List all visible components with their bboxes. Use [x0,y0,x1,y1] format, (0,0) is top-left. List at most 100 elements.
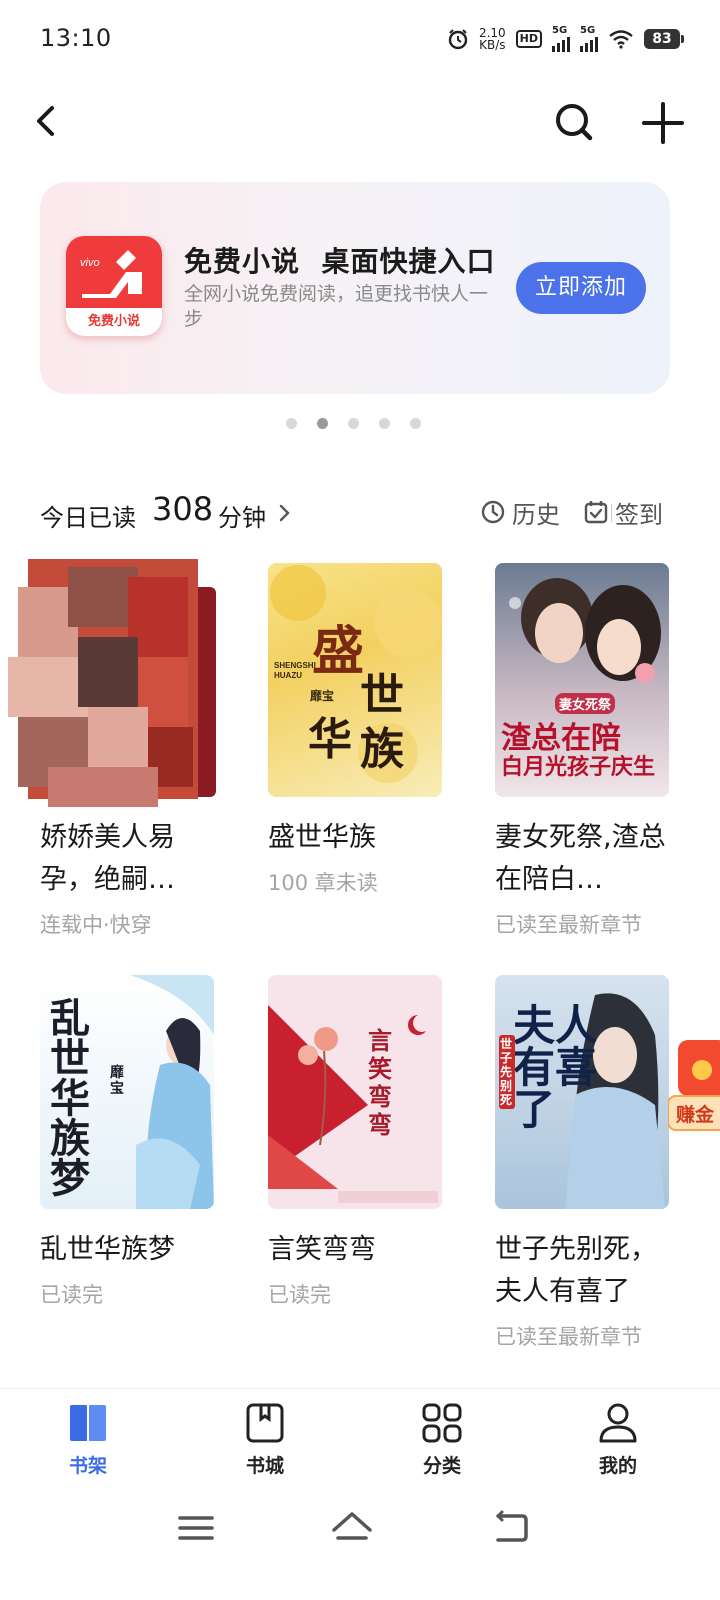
signal-sim1-icon: 5G [552,25,570,52]
cover-title-char: 华 [308,714,352,765]
system-navigation-bar [0,1490,720,1600]
chevron-right-icon[interactable] [276,500,294,526]
net-speed-unit: KB/s [479,38,506,52]
carousel-dot[interactable] [348,418,359,429]
plus-icon [642,102,684,144]
book-title[interactable]: 妻女死祭,渣总在陪白… [495,817,671,901]
bottom-tab-bar: 书架 书城 分类 我的 [0,1388,720,1488]
carousel-dots [286,418,421,429]
wifi-icon [608,29,634,49]
cover-top-text: 妻女死祭 [555,693,616,714]
cover-author: 靡宝 [310,689,335,703]
tab-label: 书架 [68,1455,107,1477]
cover-title-vertical: 夫人有喜了 [513,1001,598,1134]
alarm-icon [447,28,469,50]
book-card[interactable]: 夫人有喜了 世子先别死 世子先别死，夫人有喜了 已读至最新章节 [495,975,671,1351]
tab-label: 书城 [245,1455,284,1477]
battery-indicator: 83 [644,29,684,49]
book-cover[interactable]: 盛 世 华 族 SHENGSHI HUAZU 靡宝 [268,563,442,797]
search-button[interactable] [550,98,600,148]
status-icons: 2.10 KB/s HD 5G 5G 83 [447,24,684,54]
back-arrow-icon [37,106,54,136]
system-home-button[interactable] [324,1508,380,1548]
bookstore-icon [246,1403,284,1443]
bookshelf-icon [70,1405,106,1441]
book-card[interactable]: 娇娇美人易孕，绝嗣… 连载中·快穿 [8,559,216,939]
clock-icon [481,500,505,524]
banner-title: 免费小说 桌面快捷入口 [184,245,496,278]
cover-author: 靡宝 [110,1065,124,1097]
book-status: 100 章未读 [268,871,378,895]
tab-profile[interactable]: 我的 [568,1401,668,1478]
tab-label: 分类 [422,1455,461,1477]
read-minutes-value[interactable]: 308 [152,490,213,528]
network-speed: 2.10 KB/s [479,27,506,51]
book-card[interactable]: 盛 世 华 族 SHENGSHI HUAZU 靡宝 盛世华族 100 章未读 [268,563,444,897]
add-button[interactable] [638,98,688,148]
status-time: 13:10 [40,24,112,52]
app-logo: vivo 免费小说 [66,236,162,336]
signal-sim2-icon: 5G [580,24,598,52]
system-back-button[interactable] [482,1508,538,1548]
book-status: 已读至最新章节 [495,1325,642,1349]
carousel-dot[interactable] [379,418,390,429]
read-minutes-unit: 分钟 [218,504,266,532]
book-title[interactable]: 世子先别死，夫人有喜了 [495,1229,671,1313]
banner-description: 全网小说免费阅读，追更找书快人一步 [184,283,489,330]
book-cover[interactable]: 言笑弯弯 [268,975,442,1209]
book-title[interactable]: 言笑弯弯 [268,1229,444,1271]
hd-badge: HD [515,30,542,48]
carousel-dot[interactable] [286,418,297,429]
tab-label: 我的 [598,1455,637,1477]
book-status: 已读完 [268,1283,331,1307]
app-logo-name: 免费小说 [66,308,162,336]
book-card[interactable]: 妻女死祭 渣总在陪 白月光孩子庆生 妻女死祭,渣总在陪白… 已读至最新章节 [495,563,671,939]
system-menu-button[interactable] [168,1508,224,1548]
system-back-icon [496,1510,528,1542]
sim2-label: 5G [580,24,596,36]
cover-title-vertical: 言笑弯弯 [368,1026,392,1139]
cover-side-label: 世子先别死 [499,1035,515,1109]
book-cover[interactable]: 妻女死祭 渣总在陪 白月光孩子庆生 [495,563,669,797]
book-title[interactable]: 盛世华族 [268,817,444,859]
reading-stats-row: 今日已读 308 分钟 历史 签到 [40,490,670,534]
cover-art [268,1005,438,1203]
book-title[interactable]: 娇娇美人易孕，绝嗣… [40,817,216,901]
tab-category[interactable]: 分类 [392,1401,492,1478]
history-label: 历史 [512,500,560,529]
cover-title-vertical: 乱世华族梦 [50,995,90,1202]
history-button[interactable]: 历史 [480,494,560,530]
shortcut-banner[interactable]: vivo 免费小说 免费小说 桌面快捷入口 全网小说免费阅读，追更找书快人一步 … [40,182,670,394]
checkin-button[interactable]: 签到 [583,494,663,530]
home-icon [332,1512,372,1540]
status-bar: 13:10 2.10 KB/s HD 5G 5G 83 [0,0,720,80]
menu-icon [178,1516,214,1540]
read-today-label: 今日已读 [40,504,136,532]
blurred-cover-image [8,559,216,807]
back-button[interactable] [22,98,70,146]
earn-coins-label: 赚金 [676,1104,715,1126]
book-cover[interactable] [8,559,216,807]
top-navigation [0,90,720,160]
book-status: 连载中·快穿 [40,913,152,937]
book-title[interactable]: 乱世华族梦 [40,1229,216,1271]
cover-title-char: 族 [360,724,404,775]
book-status: 已读至最新章节 [495,913,642,937]
book-cover[interactable]: 乱世华族梦 靡宝 [40,975,214,1209]
carousel-dot[interactable] [317,418,328,429]
book-card[interactable]: 乱世华族梦 靡宝 乱世华族梦 已读完 [40,975,216,1309]
app-logo-mark: vivo [80,250,142,298]
checkin-label: 签到 [615,500,663,529]
calendar-check-icon [584,501,608,524]
search-icon [556,104,593,141]
book-cover[interactable]: 夫人有喜了 世子先别死 [495,975,669,1209]
earn-coins-badge[interactable]: 赚金 [668,1040,720,1132]
app-logo-brand: vivo [80,257,100,269]
add-shortcut-button[interactable]: 立即添加 [516,262,646,314]
book-card[interactable]: 言笑弯弯 言笑弯弯 已读完 [268,975,444,1309]
profile-icon [599,1403,637,1443]
carousel-dot[interactable] [410,418,421,429]
cover-pinyin: SHENGSHI HUAZU [274,661,316,680]
tab-bookstore[interactable]: 书城 [215,1401,315,1478]
tab-bookshelf[interactable]: 书架 [38,1401,138,1478]
